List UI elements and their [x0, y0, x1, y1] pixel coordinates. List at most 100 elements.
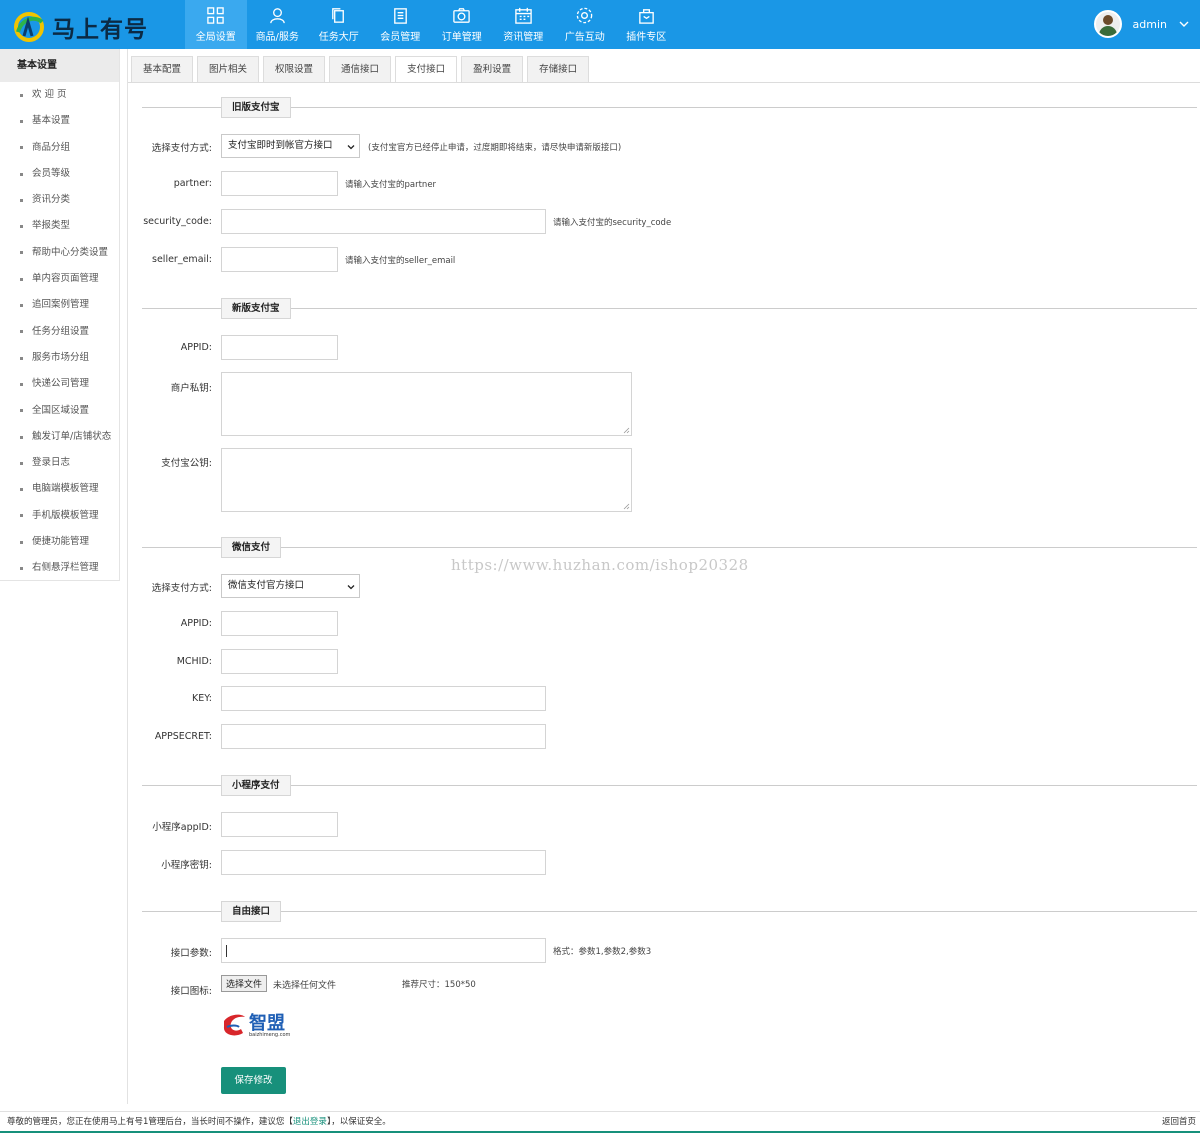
bullet-icon [20, 435, 23, 439]
label-key: KEY: [192, 693, 212, 704]
sidebar-item[interactable]: 追回案例管理 [0, 292, 119, 318]
nav-orders[interactable]: 订单管理 [431, 0, 493, 49]
label-new-appid: APPID: [180, 342, 212, 353]
security-code-hint: 请输入支付宝的security_code [553, 218, 672, 228]
bullet-icon [20, 330, 23, 334]
sidebar-item[interactable]: 会员等级 [0, 161, 119, 187]
size-hint: 推荐尺寸：150*50 [402, 980, 476, 990]
user-menu[interactable]: admin [1093, 10, 1190, 38]
mini-appid-input[interactable] [221, 812, 338, 837]
sidebar-item[interactable]: 登录日志 [0, 450, 119, 476]
partner-input[interactable] [221, 171, 338, 196]
nav-label: 订单管理 [441, 32, 482, 43]
nav-label: 资讯管理 [503, 32, 544, 43]
sidebar-item[interactable]: 右侧悬浮栏管理 [0, 555, 119, 581]
label-mini-appid: 小程序appID: [152, 822, 212, 833]
sidebar-item-label: 商品分组 [32, 141, 71, 153]
nav-label: 任务大厅 [318, 32, 359, 43]
nav-news[interactable]: 资讯管理 [493, 0, 555, 49]
camera-icon [453, 8, 471, 23]
sidebar-item-label: 手机版模板管理 [32, 509, 99, 521]
avatar [1093, 10, 1122, 38]
seller-email-input[interactable] [221, 247, 338, 272]
public-key-textarea[interactable] [221, 448, 632, 512]
mini-secret-input[interactable] [221, 850, 546, 875]
sidebar-item-label: 右侧悬浮栏管理 [32, 562, 99, 574]
section-divider [142, 911, 1197, 912]
bullet-icon [20, 146, 23, 150]
nav-plugins[interactable]: 插件专区 [616, 0, 678, 49]
sidebar-item[interactable]: 商品分组 [0, 135, 119, 161]
bullet-icon [20, 566, 23, 570]
copy-icon [332, 8, 345, 23]
chevron-down-icon [1179, 21, 1189, 27]
bullet-icon [20, 198, 23, 202]
private-key-textarea[interactable] [221, 372, 632, 436]
sidebar-item[interactable]: 便捷功能管理 [0, 529, 119, 555]
sidebar-item-label: 快递公司管理 [32, 378, 90, 390]
sidebar-item[interactable]: 快递公司管理 [0, 371, 119, 397]
tab[interactable]: 支付接口 [395, 56, 458, 83]
sidebar-item[interactable]: 服务市场分组 [0, 345, 119, 371]
label-wechat-appid: APPID: [180, 618, 212, 629]
sidebar-item[interactable]: 欢 迎 页 [0, 82, 119, 108]
sidebar-item-label: 帮助中心分类设置 [32, 246, 109, 258]
tab[interactable]: 通信接口 [329, 56, 392, 82]
bullet-icon [20, 356, 23, 360]
sidebar-item[interactable]: 举报类型 [0, 213, 119, 239]
nav-ads[interactable]: 广告互动 [554, 0, 616, 49]
sidebar-item[interactable]: 电脑端模板管理 [0, 476, 119, 502]
file-status: 未选择任何文件 [273, 981, 337, 991]
save-button[interactable]: 保存修改 [221, 1067, 286, 1094]
tab-bar: 基本配置 图片相关 权限设置 通信接口 支付接口 盈利设置 存储接口 [131, 56, 593, 83]
wechat-key-input[interactable] [221, 686, 546, 711]
sidebar-item[interactable]: 任务分组设置 [0, 319, 119, 345]
resize-grip-icon[interactable] [623, 427, 630, 434]
nav-label: 插件专区 [626, 32, 667, 43]
bag-icon [638, 9, 654, 24]
sidebar-item[interactable]: 触发订单/店铺状态 [0, 424, 119, 450]
brand-logo[interactable]: 马上有号 [12, 12, 148, 43]
sidebar-item[interactable]: 全国区域设置 [0, 398, 119, 424]
old-pay-method-select[interactable]: 支付宝即时到帐官方接口 [221, 134, 360, 158]
params-input[interactable] [221, 938, 546, 963]
security-code-input[interactable] [221, 209, 546, 234]
label-params: 接口参数: [170, 948, 212, 959]
new-alipay-appid-input[interactable] [221, 335, 338, 360]
tab[interactable]: 图片相关 [197, 56, 260, 82]
nav-goods[interactable]: 商品/服务 [247, 0, 309, 49]
mchid-input[interactable] [221, 649, 338, 674]
bullet-icon [20, 93, 23, 97]
nav-members[interactable]: 会员管理 [370, 0, 432, 49]
tab[interactable]: 基本配置 [131, 56, 194, 82]
sidebar-item[interactable]: 帮助中心分类设置 [0, 240, 119, 266]
footer-text: 尊敬的管理员，您正在使用马上有号1管理后台，当长时间不操作，建议您【 [7, 1117, 293, 1127]
sidebar-item[interactable]: 基本设置 [0, 108, 119, 134]
interface-logo-image: 智盟 baizhimeng.com [221, 1011, 301, 1043]
nav-label: 全局设置 [195, 32, 236, 43]
sidebar-item[interactable]: 资讯分类 [0, 187, 119, 213]
tab[interactable]: 权限设置 [263, 56, 326, 82]
tab[interactable]: 盈利设置 [461, 56, 524, 82]
section-title-wechat: 微信支付 [221, 537, 282, 558]
back-home-link[interactable]: 返回首页 [1162, 1112, 1196, 1132]
nav-task-hall[interactable]: 任务大厅 [308, 0, 370, 49]
nav-global-settings[interactable]: 全局设置 [185, 0, 247, 49]
wechat-appid-input[interactable] [221, 611, 338, 636]
tab[interactable]: 存储接口 [527, 56, 590, 82]
logout-link[interactable]: 退出登录 [293, 1117, 327, 1127]
wechat-pay-method-select[interactable]: 微信支付官方接口 [221, 574, 360, 598]
footer-notice: 尊敬的管理员，您正在使用马上有号1管理后台，当长时间不操作，建议您【退出登录】，… [7, 1112, 391, 1132]
label-wechat-pay-method: 选择支付方式: [151, 583, 212, 594]
sidebar-item-label: 欢 迎 页 [32, 89, 67, 100]
resize-grip-icon[interactable] [623, 503, 630, 510]
sidebar-item[interactable]: 单内容页面管理 [0, 266, 119, 292]
footer-text: 】，以保证安全。 [326, 1117, 391, 1127]
appsecret-input[interactable] [221, 724, 546, 749]
sidebar-item[interactable]: 手机版模板管理 [0, 503, 119, 529]
label-security-code: security_code: [143, 216, 212, 227]
select-value: 微信支付官方接口 [228, 580, 305, 591]
choose-file-button[interactable]: 选择文件 [221, 975, 268, 992]
sidebar-item-label: 便捷功能管理 [32, 536, 90, 548]
sidebar-item-label: 单内容页面管理 [32, 273, 99, 285]
